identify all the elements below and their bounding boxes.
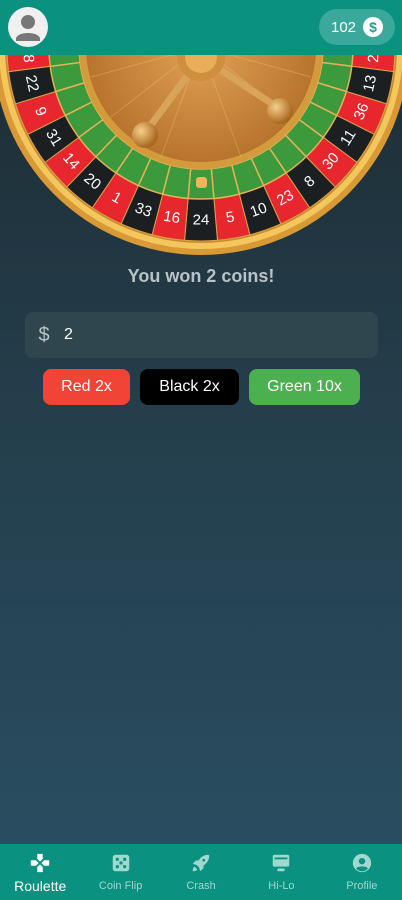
app-header: 102 $ bbox=[0, 0, 402, 55]
result-message: You won 2 coins! bbox=[127, 266, 275, 286]
bet-black-button[interactable]: Black 2x bbox=[140, 369, 239, 405]
bottom-navigation: Roulette Coin Flip Crash Hi-Lo Profile bbox=[0, 844, 402, 900]
card-icon bbox=[273, 854, 290, 872]
bet-green-button[interactable]: Green 10x bbox=[249, 369, 360, 405]
nav-label: Roulette bbox=[14, 878, 67, 894]
nav-label: Crash bbox=[186, 880, 216, 892]
wheel-number: 16 bbox=[162, 208, 181, 228]
nav-label: Profile bbox=[346, 880, 378, 892]
nav-item-hi-lo[interactable]: Hi-Lo bbox=[241, 844, 321, 900]
dollar-icon: $ bbox=[38, 323, 50, 346]
coin-icon: $ bbox=[363, 17, 383, 37]
dice-icon bbox=[112, 854, 129, 872]
nav-label: Coin Flip bbox=[98, 880, 143, 892]
nav-item-roulette[interactable]: Roulette bbox=[0, 844, 80, 900]
bet-red-button[interactable]: Red 2x bbox=[43, 369, 130, 405]
gamepad-icon bbox=[31, 853, 50, 873]
nav-item-profile[interactable]: Profile bbox=[322, 844, 402, 900]
bet-amount-input[interactable] bbox=[64, 326, 344, 344]
wheel-number: 24 bbox=[193, 212, 210, 229]
coin-balance: 102 $ bbox=[319, 9, 395, 45]
nav-item-coin-flip[interactable]: Coin Flip bbox=[80, 844, 160, 900]
nav-label: Hi-Lo bbox=[268, 880, 295, 892]
bet-amount-field[interactable]: $ bbox=[25, 312, 378, 358]
avatar-icon[interactable] bbox=[8, 7, 48, 47]
roulette-ball bbox=[196, 177, 207, 188]
nav-item-crash[interactable]: Crash bbox=[161, 844, 241, 900]
wheel-number: 13 bbox=[360, 74, 380, 94]
rocket-icon bbox=[192, 854, 210, 872]
balance-value: 102 bbox=[331, 18, 357, 36]
wheel-number: 22 bbox=[22, 74, 42, 94]
account-circle-icon bbox=[352, 853, 371, 873]
